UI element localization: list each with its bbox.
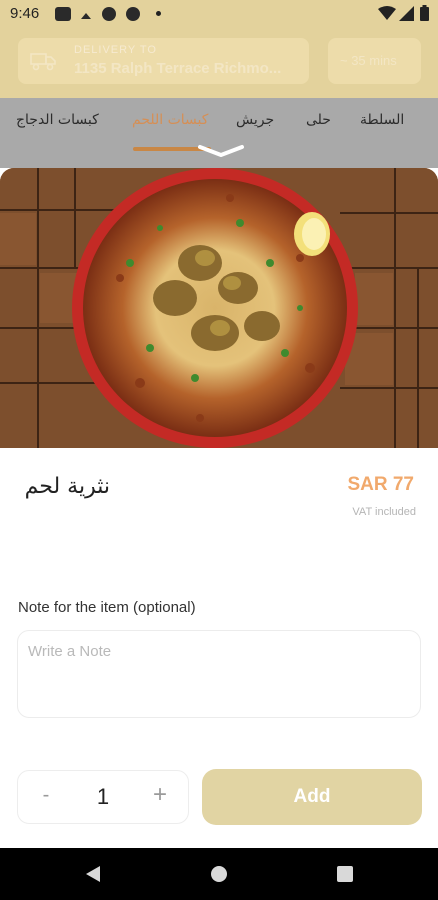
gallery-notification-icon: [55, 7, 71, 21]
note-label: Note for the item (optional): [18, 599, 196, 616]
item-price: SAR 77: [347, 474, 414, 495]
more-notifications-icon: [156, 11, 161, 16]
status-bar: 9:46: [0, 0, 438, 28]
tab-jareesh[interactable]: جريش: [236, 112, 274, 128]
tab-salad[interactable]: السلطة: [360, 112, 404, 128]
app-notification-icon: [102, 7, 116, 21]
system-nav-bar: [0, 848, 438, 900]
note-input[interactable]: [17, 630, 421, 718]
increase-quantity-button[interactable]: +: [146, 781, 174, 809]
quantity-value: 1: [96, 784, 110, 809]
tab-meat-kabsa[interactable]: كبسات اللحم: [132, 112, 208, 128]
chevron-down-icon[interactable]: [196, 141, 246, 161]
tab-chicken-kabsa[interactable]: كبسات الدجاج: [16, 112, 99, 128]
tab-desserts[interactable]: حلى: [306, 112, 331, 128]
status-time: 9:46: [10, 5, 40, 22]
back-icon[interactable]: [85, 865, 101, 883]
wifi-icon: [378, 6, 396, 20]
add-to-cart-button[interactable]: Add: [202, 769, 422, 825]
home-icon[interactable]: [211, 866, 227, 882]
decrease-quantity-button[interactable]: -: [32, 784, 60, 808]
cloud-notification-icon: [80, 7, 92, 21]
vat-note: VAT included: [352, 506, 416, 518]
delivery-eta: ~ 35 mins: [340, 53, 397, 68]
recents-icon[interactable]: [337, 866, 353, 882]
delivery-address: 1135 Ralph Terrace Richmo...: [74, 60, 282, 77]
battery-icon: [420, 5, 429, 21]
item-image: [0, 168, 438, 448]
delivery-label: DELIVERY TO: [74, 44, 157, 56]
item-name: نثرية لحم: [24, 474, 110, 499]
app-notification-icon-2: [126, 7, 140, 21]
signal-icon: [399, 6, 414, 21]
truck-icon: [30, 53, 56, 71]
